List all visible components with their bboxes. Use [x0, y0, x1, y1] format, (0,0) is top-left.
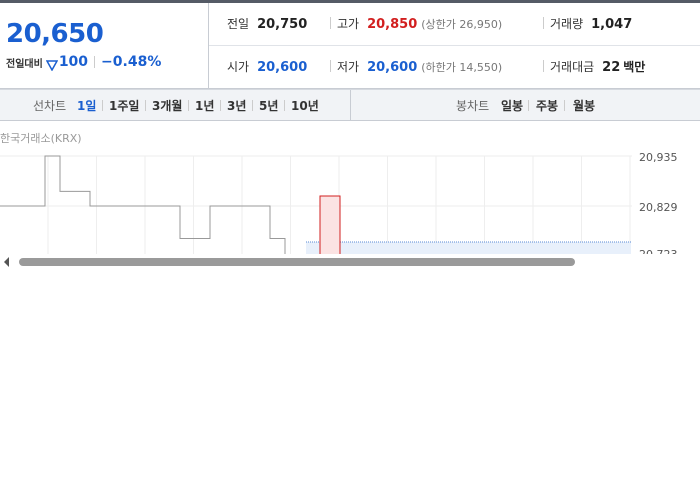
- tab-3months[interactable]: 3개월: [152, 97, 182, 114]
- stat-value: 20,750: [257, 17, 308, 32]
- stat-label: 시가: [227, 60, 250, 74]
- tab-5years[interactable]: 5년: [259, 97, 278, 114]
- stat-value: 1,047: [591, 17, 633, 32]
- price-line-series: [0, 155, 286, 255]
- stat-label: 저가: [337, 60, 360, 74]
- stat-high: 고가 20,850 (상한가 26,950): [337, 15, 502, 32]
- line-chart-tab-group: 선차트 1일 1주일 3개월 1년 3년 5년 10년: [0, 90, 351, 120]
- change-label: 전일대비: [6, 58, 43, 70]
- stat-value: 20,600: [367, 60, 418, 75]
- divider: [252, 100, 253, 111]
- tab-1year[interactable]: 1년: [195, 97, 214, 114]
- horizontal-scrollbar[interactable]: [0, 254, 700, 268]
- tab-1week[interactable]: 1주일: [109, 97, 139, 114]
- stat-value: 20,850: [367, 17, 418, 32]
- divider: [94, 56, 96, 68]
- stat-trade-value: 거래대금 22 백만: [550, 58, 645, 75]
- y-axis-label: 20,829: [639, 201, 678, 214]
- stat-unit: 백만: [623, 60, 646, 74]
- tab-daily-candle[interactable]: 일봉: [501, 97, 523, 114]
- tab-1day[interactable]: 1일: [77, 97, 96, 114]
- stat-note: (상한가 26,950): [421, 18, 503, 31]
- divider: [284, 100, 285, 111]
- divider: [564, 100, 565, 111]
- price-chart: 한국거래소(KRX) 20,935 20,829 20,723: [0, 120, 700, 270]
- candle-chart-title: 봉차트: [456, 99, 490, 113]
- stats-row-1: 전일 20,750 고가 20,850 (상한가 26,950) 거래량 1,0…: [209, 3, 700, 46]
- divider: [330, 17, 331, 29]
- quote-panel: 20,650 전일대비 100 −0.48% 전일 20,750 고가 20,8…: [0, 3, 700, 89]
- line-chart-title: 선차트: [33, 99, 67, 113]
- stat-volume: 거래량 1,047: [550, 15, 632, 32]
- price-box: 20,650 전일대비 100 −0.48%: [0, 3, 209, 88]
- divider: [102, 100, 103, 111]
- stat-label: 거래대금: [550, 60, 595, 74]
- stat-label: 전일: [227, 17, 250, 31]
- highlight-range: [319, 195, 341, 255]
- divider: [543, 60, 544, 72]
- tab-10years[interactable]: 10년: [291, 97, 319, 114]
- stat-value: 20,600: [257, 60, 308, 75]
- divider: [188, 100, 189, 111]
- stat-note: (하한가 14,550): [421, 61, 503, 74]
- stat-low: 저가 20,600 (하한가 14,550): [337, 58, 502, 75]
- current-price: 20,650: [6, 19, 104, 49]
- stat-value: 22: [602, 60, 621, 75]
- change-percent: −0.48%: [101, 54, 162, 70]
- divider: [145, 100, 146, 111]
- stat-prev-close: 전일 20,750: [227, 15, 307, 32]
- divider: [330, 60, 331, 72]
- scroll-thumb[interactable]: [19, 258, 575, 266]
- stat-label: 고가: [337, 17, 360, 31]
- stat-open: 시가 20,600: [227, 58, 307, 75]
- stat-label: 거래량: [550, 17, 584, 31]
- tab-3years[interactable]: 3년: [227, 97, 246, 114]
- tab-monthly-candle[interactable]: 월봉: [573, 97, 595, 114]
- change-amount: 100: [58, 54, 89, 70]
- down-triangle-icon: [45, 56, 59, 72]
- chart-tabs: 선차트 1일 1주일 3개월 1년 3년 5년 10년 봉차트 일봉 주봉 월봉: [0, 89, 700, 121]
- tab-weekly-candle[interactable]: 주봉: [536, 97, 558, 114]
- chart-plot: [0, 155, 632, 255]
- divider: [220, 100, 221, 111]
- y-axis-label: 20,935: [639, 151, 678, 164]
- stats-row-2: 시가 20,600 저가 20,600 (하한가 14,550) 거래대금 22…: [209, 46, 700, 88]
- stats-panel: 전일 20,750 고가 20,850 (상한가 26,950) 거래량 1,0…: [209, 3, 700, 88]
- scroll-left-icon[interactable]: [4, 257, 9, 267]
- change-row: 전일대비 100 −0.48%: [6, 54, 162, 72]
- divider: [543, 17, 544, 29]
- divider: [528, 100, 529, 111]
